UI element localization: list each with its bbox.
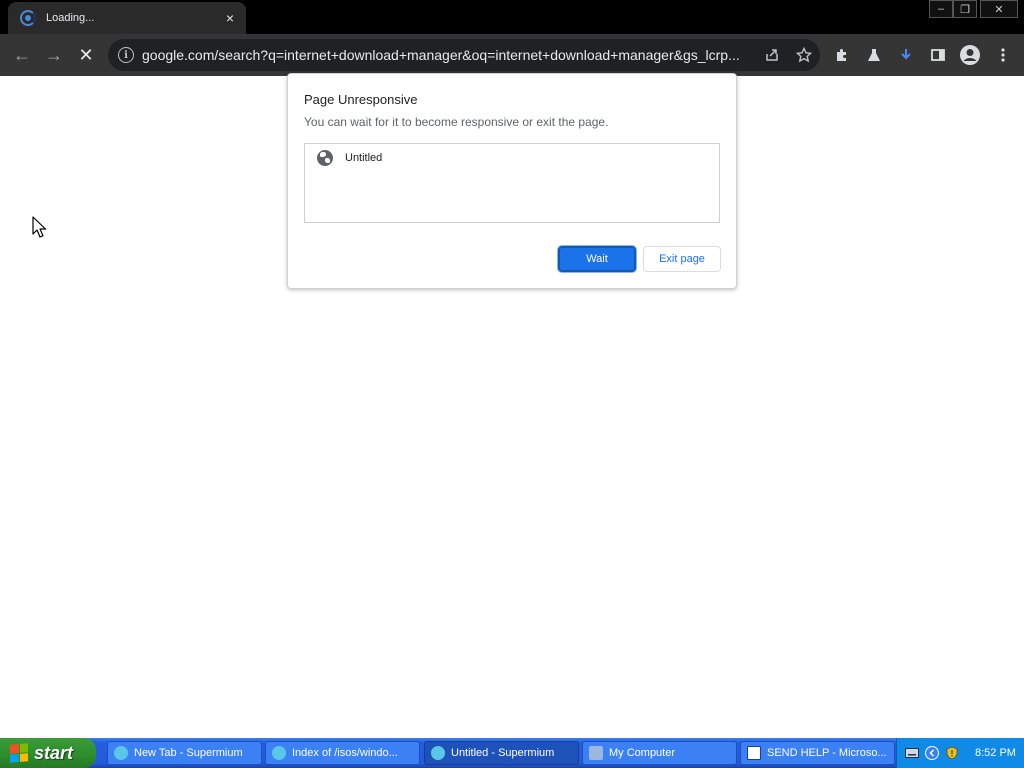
browser-toolbar: ← → ✕ i google.com/search?q=internet+dow…	[0, 34, 1024, 76]
page-label: Untitled	[345, 152, 383, 164]
keyboard-icon[interactable]	[905, 746, 919, 760]
side-panel-icon[interactable]	[923, 40, 953, 70]
page-unresponsive-dialog: Page Unresponsive You can wait for it to…	[287, 73, 737, 289]
taskbar-item-word[interactable]: SEND HELP - Microso...	[740, 741, 895, 765]
taskbar-item-new-tab[interactable]: New Tab - Supermium	[107, 741, 262, 765]
tab-title: Loading...	[46, 12, 95, 24]
address-bar[interactable]: i google.com/search?q=internet+download+…	[108, 39, 820, 71]
download-icon[interactable]	[891, 40, 921, 70]
dialog-title: Page Unresponsive	[304, 92, 418, 107]
restore-button[interactable]: ❐	[953, 0, 977, 18]
taskbar-item-label: New Tab - Supermium	[134, 747, 243, 759]
computer-icon	[589, 746, 603, 760]
labs-flask-icon[interactable]	[859, 40, 889, 70]
security-shield-icon[interactable]	[945, 746, 959, 760]
system-clock: 8:52 PM	[975, 747, 1016, 759]
taskbar-item-label: My Computer	[609, 747, 676, 759]
close-button[interactable]: ✕	[980, 0, 1018, 18]
minimize-button[interactable]: –	[929, 0, 953, 18]
menu-kebab-icon[interactable]	[988, 40, 1018, 70]
wait-button[interactable]: Wait	[558, 246, 636, 272]
taskbar-item-label: SEND HELP - Microso...	[767, 747, 887, 759]
forward-button[interactable]: →	[39, 40, 69, 70]
profile-avatar-icon[interactable]	[955, 40, 985, 70]
tray-expand-icon[interactable]	[925, 746, 939, 760]
taskbar-item-label: Index of /isos/windo...	[292, 747, 398, 759]
url-text[interactable]: google.com/search?q=internet+download+ma…	[142, 47, 756, 63]
back-button[interactable]: ←	[7, 40, 37, 70]
browser-tab[interactable]: Loading... ×	[8, 2, 246, 34]
browser-titlebar: Loading... × – ❐ ✕	[0, 0, 1024, 34]
stop-loading-button[interactable]: ✕	[71, 40, 101, 70]
start-button[interactable]: start	[0, 738, 96, 768]
share-icon[interactable]	[756, 39, 788, 71]
unresponsive-pages-list: Untitled	[304, 143, 720, 223]
system-tray: 8:52 PM	[896, 738, 1024, 768]
dialog-message: You can wait for it to become responsive…	[304, 115, 609, 129]
start-label: start	[34, 742, 74, 763]
exit-page-button[interactable]: Exit page	[643, 246, 721, 272]
taskbar-item-index[interactable]: Index of /isos/windo...	[265, 741, 420, 765]
word-icon	[747, 746, 761, 760]
loading-spinner-icon	[20, 10, 36, 26]
windows-logo-icon	[10, 743, 28, 763]
mouse-cursor-icon	[32, 216, 46, 238]
taskbar-item-my-computer[interactable]: My Computer	[582, 741, 737, 765]
taskbar-item-label: Untitled - Supermium	[451, 747, 555, 759]
supermium-icon	[431, 746, 445, 760]
site-info-icon[interactable]: i	[118, 47, 134, 63]
list-item: Untitled	[317, 150, 382, 166]
tab-close-icon[interactable]: ×	[220, 10, 240, 26]
supermium-icon	[272, 746, 286, 760]
extensions-icon[interactable]	[827, 40, 857, 70]
supermium-icon	[114, 746, 128, 760]
globe-icon	[317, 150, 333, 166]
taskbar: start New Tab - Supermium Index of /isos…	[0, 738, 1024, 768]
taskbar-item-untitled[interactable]: Untitled - Supermium	[424, 741, 579, 765]
bookmark-star-icon[interactable]	[788, 39, 820, 71]
